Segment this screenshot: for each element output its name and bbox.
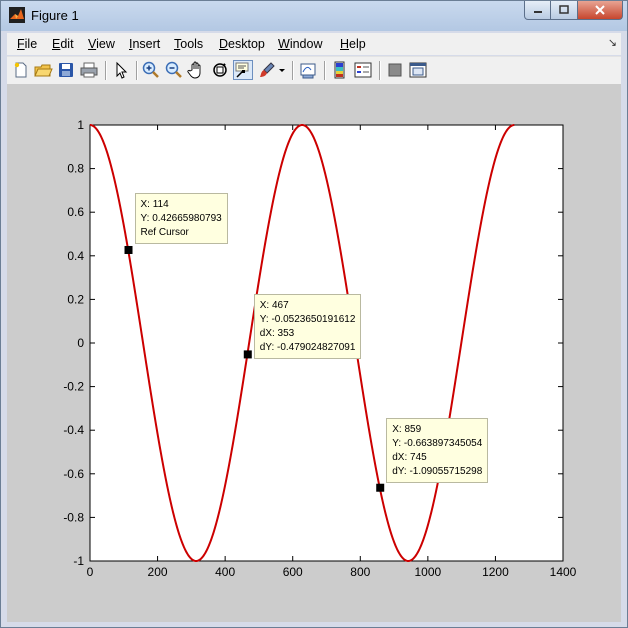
menu-tools[interactable]: Tools: [174, 37, 203, 51]
y-tick-label: -0.2: [63, 380, 84, 394]
title-bar[interactable]: Figure 1: [1, 1, 627, 31]
data-tip-marker: [376, 483, 385, 492]
maximize-icon: [559, 5, 569, 14]
menu-edit[interactable]: Edit: [52, 37, 74, 51]
minimize-button[interactable]: [524, 1, 551, 20]
x-tick-label: 1000: [415, 565, 442, 579]
figure-canvas[interactable]: 0 200 400 600 800 1000 1200 1400 1 0.8 0.6 0.4 0.2 0-…: [7, 84, 621, 622]
y-tick-label: -0.8: [63, 510, 84, 524]
y-tick-label: -1: [73, 554, 84, 568]
close-button[interactable]: [578, 1, 623, 20]
data-tip-line: Y: 0.42665980793: [140, 212, 222, 224]
close-icon: [595, 5, 605, 15]
data-tip-line: Y: -0.0523650191612: [259, 314, 356, 326]
maximize-button[interactable]: [551, 1, 578, 20]
x-tick-label: 0: [87, 565, 94, 579]
link-plot-icon[interactable]: [298, 60, 318, 80]
save-icon[interactable]: [56, 60, 76, 80]
menu-bar: File Edit View Insert Tools Desktop Wind…: [7, 33, 621, 55]
figure-window: Figure 1 File Edit View Insert Tools Des…: [0, 0, 628, 628]
data-tip-line: X: 859: [392, 423, 422, 435]
open-file-icon[interactable]: [33, 60, 53, 80]
menu-help[interactable]: Help: [340, 37, 366, 51]
brush-icon[interactable]: [257, 60, 277, 80]
minimize-icon: [533, 11, 542, 13]
print-icon[interactable]: [79, 60, 99, 80]
menu-insert[interactable]: Insert: [129, 37, 160, 51]
x-tick-label: 800: [350, 565, 370, 579]
zoom-in-icon[interactable]: [141, 60, 161, 80]
window-title: Figure 1: [31, 8, 79, 23]
data-tip-line: dX: 745: [392, 451, 427, 463]
y-tick-label: -0.4: [63, 423, 84, 437]
y-tick-label: 0: [77, 336, 84, 350]
data-tip[interactable]: X: 114 Y: 0.42665980793 Ref Cursor: [134, 192, 228, 244]
x-tick-label: 1400: [550, 565, 577, 579]
y-tick-label: 0.2: [67, 292, 84, 306]
data-cursor-icon[interactable]: [233, 60, 253, 80]
data-tip-line: dY: -0.479024827091: [259, 342, 356, 354]
data-tip-marker: [243, 350, 252, 359]
new-figure-icon[interactable]: [11, 60, 31, 80]
data-tip-line: Y: -0.663897345054: [392, 437, 483, 449]
data-tip[interactable]: X: 859 Y: -0.663897345054 dX: 745 dY: -1.09…: [386, 417, 489, 483]
figure-toolbar: [7, 56, 621, 85]
data-tip-line: Ref Cursor: [140, 226, 189, 238]
edit-plot-arrow-icon[interactable]: [111, 60, 131, 80]
data-tip[interactable]: X: 467 Y: -0.0523650191612 dX: 353 dY: -0.4…: [253, 294, 362, 360]
menu-window[interactable]: Window: [278, 37, 322, 51]
insert-legend-icon[interactable]: [353, 60, 373, 80]
data-tip-line: X: 114: [140, 198, 169, 210]
menu-desktop[interactable]: Desktop: [219, 37, 265, 51]
x-tick-label: 400: [215, 565, 235, 579]
y-tick-label: -0.6: [63, 467, 84, 481]
menu-overflow-icon[interactable]: ↘: [608, 36, 617, 49]
hide-plot-tools-icon[interactable]: [385, 60, 405, 80]
pan-hand-icon[interactable]: [187, 60, 207, 80]
matlab-logo-icon: [9, 7, 25, 23]
menu-view[interactable]: View: [88, 37, 115, 51]
x-tick-label: 1200: [482, 565, 509, 579]
data-tip-line: dX: 353: [259, 328, 295, 340]
data-tip-line: dY: -1.09055715298: [392, 465, 483, 477]
brush-dropdown-icon[interactable]: [277, 60, 287, 80]
x-tick-label: 200: [148, 565, 168, 579]
zoom-out-icon[interactable]: [164, 60, 184, 80]
data-tip-line: X: 467: [259, 300, 289, 312]
insert-colorbar-icon[interactable]: [330, 60, 350, 80]
x-tick-label: 600: [283, 565, 303, 579]
y-tick-label: 1: [77, 118, 84, 132]
y-tick-label: 0.8: [67, 162, 84, 176]
rotate-3d-icon[interactable]: [210, 60, 230, 80]
menu-file[interactable]: File: [17, 37, 37, 51]
show-plot-tools-icon[interactable]: [408, 60, 428, 80]
data-tip-marker: [124, 245, 133, 254]
y-tick-label: 0.6: [67, 205, 84, 219]
y-tick-label: 0.4: [67, 249, 84, 263]
